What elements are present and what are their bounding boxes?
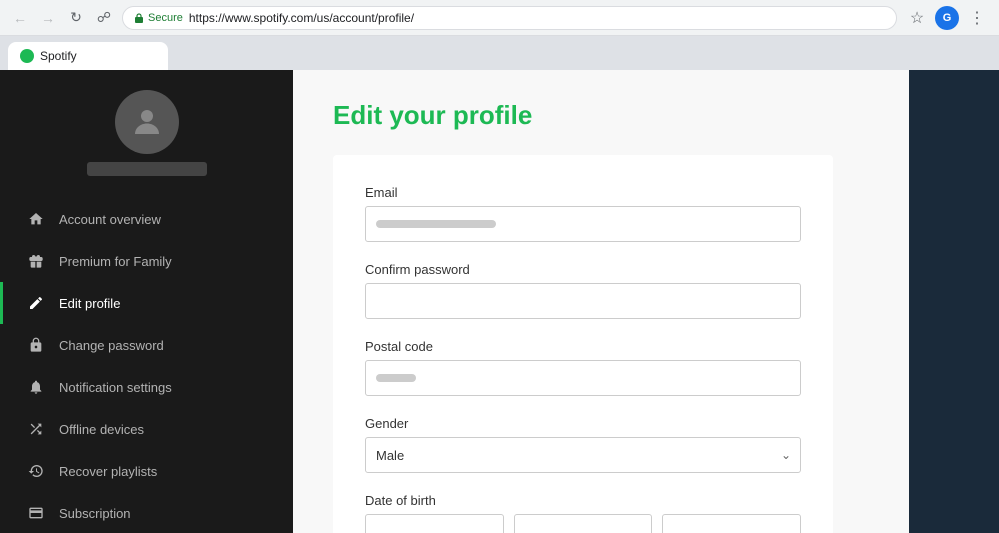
- dob-label: Date of birth: [365, 493, 801, 508]
- sidebar-item-account-overview[interactable]: Account overview: [0, 198, 293, 240]
- home-button[interactable]: ☍: [92, 6, 116, 30]
- sidebar-item-label-edit-profile: Edit profile: [59, 296, 120, 311]
- forward-button[interactable]: →: [36, 6, 60, 30]
- sidebar-item-recover-playlists[interactable]: Recover playlists: [0, 450, 293, 492]
- gender-select[interactable]: Male Female Other: [365, 437, 801, 473]
- sidebar-item-notification-settings[interactable]: Notification settings: [0, 366, 293, 408]
- dob-month-select[interactable]: [514, 514, 653, 533]
- confirm-password-field[interactable]: [365, 283, 801, 319]
- profile-icon[interactable]: G: [935, 6, 959, 30]
- dob-day-select[interactable]: [365, 514, 504, 533]
- email-group: Email: [365, 185, 801, 242]
- subscription-icon: [27, 504, 45, 522]
- sidebar-header: [0, 70, 293, 190]
- postal-code-label: Postal code: [365, 339, 801, 354]
- dob-row: ⌄ ⌄ ⌄: [365, 514, 801, 533]
- gender-select-wrapper: Male Female Other ⌄: [365, 437, 801, 473]
- blurred-username: [87, 162, 207, 176]
- sidebar-item-premium-family[interactable]: Premium for Family: [0, 240, 293, 282]
- dob-day-col: ⌄: [365, 514, 504, 533]
- home-icon: [27, 210, 45, 228]
- sidebar: Account overview Premium for Family: [0, 70, 293, 533]
- tab-bar: Spotify: [0, 36, 999, 70]
- gender-group: Gender Male Female Other ⌄: [365, 416, 801, 473]
- sidebar-item-label-premium-family: Premium for Family: [59, 254, 172, 269]
- postal-code-group: Postal code: [365, 339, 801, 396]
- page-content: Edit your profile Email Confirm password…: [293, 70, 909, 533]
- secure-badge: Secure: [133, 12, 183, 24]
- browser-actions: ☆ G ⋮: [903, 4, 991, 32]
- gender-label: Gender: [365, 416, 801, 431]
- sidebar-item-offline-devices[interactable]: Offline devices: [0, 408, 293, 450]
- back-button[interactable]: ←: [8, 6, 32, 30]
- right-panel: [909, 70, 999, 533]
- sidebar-item-label-subscription: Subscription: [59, 506, 131, 521]
- sidebar-item-edit-profile[interactable]: Edit profile: [0, 282, 293, 324]
- sidebar-item-label-offline-devices: Offline devices: [59, 422, 144, 437]
- sidebar-item-label-notification-settings: Notification settings: [59, 380, 172, 395]
- url-text: https://www.spotify.com/us/account/profi…: [189, 11, 414, 25]
- history-icon: [27, 462, 45, 480]
- edit-icon: [27, 294, 45, 312]
- sidebar-nav: Account overview Premium for Family: [0, 198, 293, 533]
- sidebar-item-label-change-password: Change password: [59, 338, 164, 353]
- email-field[interactable]: [365, 206, 801, 242]
- email-label: Email: [365, 185, 801, 200]
- active-tab[interactable]: Spotify: [8, 42, 168, 70]
- tab-title: Spotify: [40, 49, 156, 63]
- bell-icon: [27, 378, 45, 396]
- nav-buttons: ← → ↻ ☍: [8, 6, 116, 30]
- lock-icon: [133, 12, 145, 24]
- confirm-password-label: Confirm password: [365, 262, 801, 277]
- postal-code-field[interactable]: [365, 360, 801, 396]
- tab-favicon: [20, 49, 34, 63]
- dob-year-select[interactable]: [662, 514, 801, 533]
- form-card: Email Confirm password Postal code Gende…: [333, 155, 833, 533]
- postal-code-value-blurred: [376, 374, 416, 382]
- menu-button[interactable]: ⋮: [963, 4, 991, 32]
- dob-group: Date of birth ⌄ ⌄: [365, 493, 801, 533]
- dob-month-col: ⌄: [514, 514, 653, 533]
- lock-icon: [27, 336, 45, 354]
- sidebar-item-label-account-overview: Account overview: [59, 212, 161, 227]
- browser-bar: ← → ↻ ☍ Secure https://www.spotify.com/u…: [0, 0, 999, 36]
- main-area: Account overview Premium for Family: [0, 70, 999, 533]
- sidebar-item-label-recover-playlists: Recover playlists: [59, 464, 157, 479]
- shuffle-icon: [27, 420, 45, 438]
- gift-icon: [27, 252, 45, 270]
- user-icon: [129, 104, 165, 140]
- sidebar-item-subscription[interactable]: Subscription: [0, 492, 293, 533]
- secure-label: Secure: [148, 12, 183, 24]
- refresh-button[interactable]: ↻: [64, 6, 88, 30]
- confirm-password-group: Confirm password: [365, 262, 801, 319]
- sidebar-item-change-password[interactable]: Change password: [0, 324, 293, 366]
- avatar: [115, 90, 179, 154]
- dob-year-col: ⌄: [662, 514, 801, 533]
- bookmark-button[interactable]: ☆: [903, 4, 931, 32]
- address-bar[interactable]: Secure https://www.spotify.com/us/accoun…: [122, 6, 897, 30]
- page-title: Edit your profile: [333, 100, 869, 131]
- email-value-blurred: [376, 220, 496, 228]
